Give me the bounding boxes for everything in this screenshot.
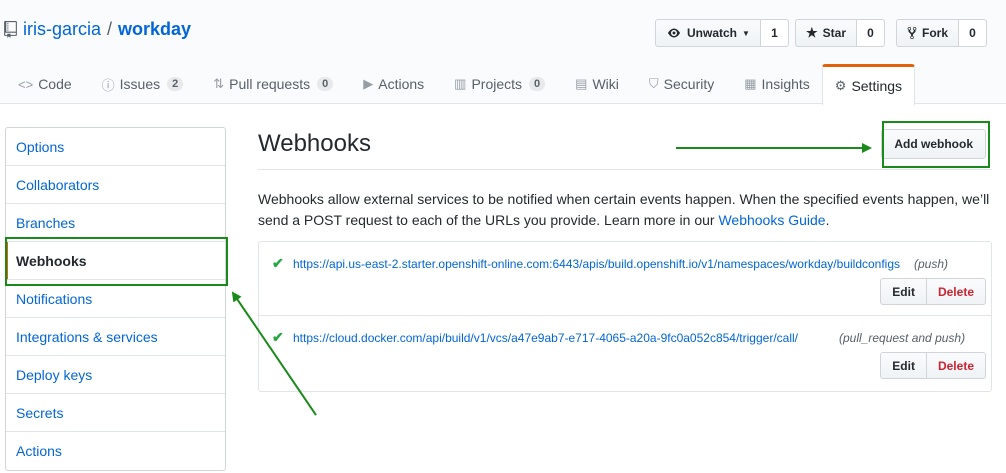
annotation-arrows xyxy=(231,143,872,416)
arrow-to-webhooks xyxy=(231,291,317,416)
